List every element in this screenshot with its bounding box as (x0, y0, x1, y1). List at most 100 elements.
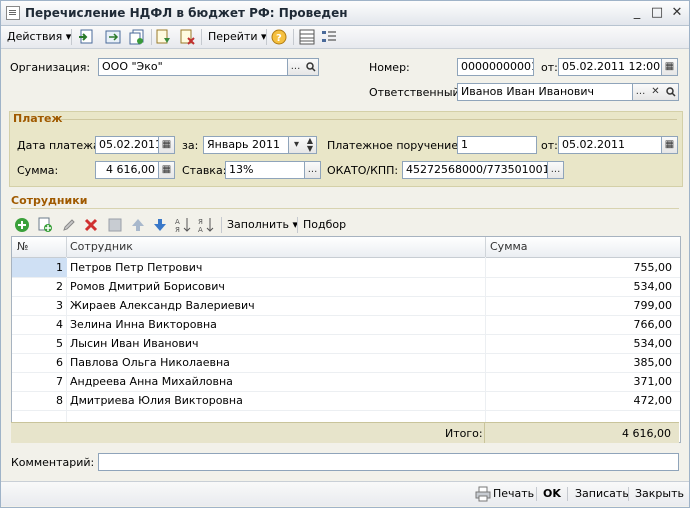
close-button[interactable]: Закрыть (635, 487, 684, 500)
table-row[interactable]: 2 Ромов Дмитрий Борисович 534,00 (12, 277, 680, 297)
save-button[interactable]: Записать (575, 487, 629, 500)
calendar-icon[interactable]: ▦ (662, 58, 678, 76)
rate-field[interactable]: 13% (225, 161, 305, 179)
responsible-open-icon[interactable] (663, 83, 679, 101)
ok-button[interactable]: OK (543, 487, 561, 500)
employee-sum: 385,00 (633, 356, 673, 369)
sort-descending-icon[interactable]: ЯA (198, 216, 214, 237)
comment-label: Комментарий: (11, 456, 95, 469)
order-date-calendar-icon[interactable]: ▦ (662, 136, 678, 154)
sort-ascending-icon[interactable]: AЯ (175, 216, 191, 237)
row-number: 7 (56, 375, 63, 388)
payment-order-date-field[interactable]: 05.02.2011 (558, 136, 662, 154)
title-bar: Перечисление НДФЛ в бюджет РФ: Проведен … (1, 1, 689, 26)
date-from-label: от: (541, 61, 558, 74)
edit-row-icon[interactable] (61, 217, 77, 236)
payment-date-calendar-icon[interactable]: ▦ (159, 136, 175, 154)
column-header-employee[interactable]: Сотрудник (70, 240, 133, 253)
column-header-sum[interactable]: Сумма (490, 240, 528, 253)
move-down-icon[interactable] (152, 217, 168, 236)
okato-field[interactable]: 45272568000/773501001 (402, 161, 548, 179)
structure-icon[interactable] (299, 28, 317, 46)
svg-text:A: A (175, 218, 180, 226)
employee-sum: 766,00 (633, 318, 673, 331)
table-footer: Итого: 4 616,00 (11, 422, 679, 443)
employee-sum: 534,00 (633, 280, 673, 293)
table-row[interactable]: 1 Петров Петр Петрович 755,00 (12, 258, 680, 278)
fill-menu[interactable]: Заполнить ▾ (227, 218, 298, 231)
actions-menu[interactable]: Действия ▾ (5, 28, 73, 46)
svg-text:A: A (198, 226, 203, 234)
employee-name: Дмитриева Юлия Викторовна (70, 394, 243, 407)
organization-field[interactable]: ООО "Эко" (98, 58, 288, 76)
hierarchy-icon[interactable] (321, 28, 339, 46)
row-number: 6 (56, 356, 63, 369)
employee-name: Павлова Ольга Николаевна (70, 356, 230, 369)
number-field[interactable]: 00000000001 (457, 58, 534, 76)
sum-field[interactable]: 4 616,00 (95, 161, 159, 179)
printer-icon[interactable] (475, 486, 491, 505)
organization-label: Организация: (10, 61, 91, 74)
okato-label: ОКАТО/КПП: (327, 164, 399, 177)
minimize-button[interactable]: _ (629, 5, 645, 20)
button-separator (536, 487, 537, 501)
document-window: Перечисление НДФЛ в бюджет РФ: Проведен … (0, 0, 690, 508)
column-header-number[interactable]: № (17, 240, 28, 253)
table-row[interactable]: 6 Павлова Ольга Николаевна 385,00 (12, 353, 680, 373)
sum-label: Сумма: (17, 164, 59, 177)
post-and-close-icon[interactable] (78, 28, 96, 46)
responsible-label: Ответственный: (369, 86, 464, 99)
row-number: 3 (56, 299, 63, 312)
print-button[interactable]: Печать (493, 487, 534, 500)
reread-icon[interactable] (105, 28, 123, 46)
period-spinner[interactable]: ▲ ▼ (304, 136, 317, 154)
section-divider (61, 119, 677, 120)
post-document-icon[interactable] (155, 28, 173, 46)
period-field[interactable]: Январь 2011 (203, 136, 289, 154)
main-toolbar: Действия ▾ Перейти ▾ ? (1, 26, 689, 49)
copy-row-icon[interactable] (37, 217, 53, 236)
help-icon[interactable]: ? (271, 28, 289, 46)
add-row-icon[interactable] (14, 217, 30, 236)
table-row[interactable]: 5 Лысин Иван Иванович 534,00 (12, 334, 680, 354)
organization-open-icon[interactable] (303, 58, 319, 76)
employee-name: Андреева Анна Михайловна (70, 375, 233, 388)
close-window-button[interactable]: ✕ (669, 5, 685, 20)
table-row[interactable]: 3 Жираев Александр Валериевич 799,00 (12, 296, 680, 316)
employee-name: Жираев Александр Валериевич (70, 299, 255, 312)
row-number: 4 (56, 318, 63, 331)
column-divider (484, 423, 485, 443)
move-up-icon[interactable] (130, 217, 146, 236)
unpost-document-icon[interactable] (179, 28, 197, 46)
total-label: Итого: (445, 427, 483, 440)
table-row[interactable]: 4 Зелина Инна Викторовна 766,00 (12, 315, 680, 335)
table-row[interactable]: 7 Андреева Анна Михайловна 371,00 (12, 372, 680, 392)
select-button[interactable]: Подбор (303, 218, 346, 231)
table-row[interactable]: 8 Дмитриева Юлия Викторовна 472,00 (12, 391, 680, 411)
column-divider (66, 237, 67, 257)
employees-section-title: Сотрудники (11, 194, 88, 207)
clear-icon[interactable]: ✕ (648, 83, 664, 101)
responsible-select-button[interactable]: ... (633, 83, 649, 101)
calculator-icon[interactable]: ▦ (159, 161, 175, 179)
responsible-field[interactable]: Иванов Иван Иванович (457, 83, 633, 101)
payment-date-field[interactable]: 05.02.2011 (95, 136, 159, 154)
row-number: 8 (56, 394, 63, 407)
actions-label: Действия (7, 30, 63, 43)
rate-select-button[interactable]: ... (305, 161, 321, 179)
employee-name: Ромов Дмитрий Борисович (70, 280, 225, 293)
end-edit-icon[interactable] (107, 217, 123, 236)
payment-order-number-field[interactable]: 1 (457, 136, 537, 154)
row-number: 5 (56, 337, 63, 350)
copy-document-icon[interactable] (129, 28, 147, 46)
okato-select-button[interactable]: ... (548, 161, 564, 179)
period-dropdown-icon[interactable]: ▾ (289, 136, 305, 154)
document-date-field[interactable]: 05.02.2011 12:00:00 (558, 58, 662, 76)
goto-menu[interactable]: Перейти ▾ (206, 28, 269, 46)
comment-field[interactable] (98, 453, 679, 471)
delete-row-icon[interactable] (83, 217, 99, 236)
maximize-button[interactable]: □ (649, 5, 665, 20)
order-date-from-label: от: (541, 139, 558, 152)
organization-select-button[interactable]: ... (288, 58, 304, 76)
employees-table[interactable]: № Сотрудник Сумма 1 Петров Петр Петрович… (11, 236, 681, 443)
